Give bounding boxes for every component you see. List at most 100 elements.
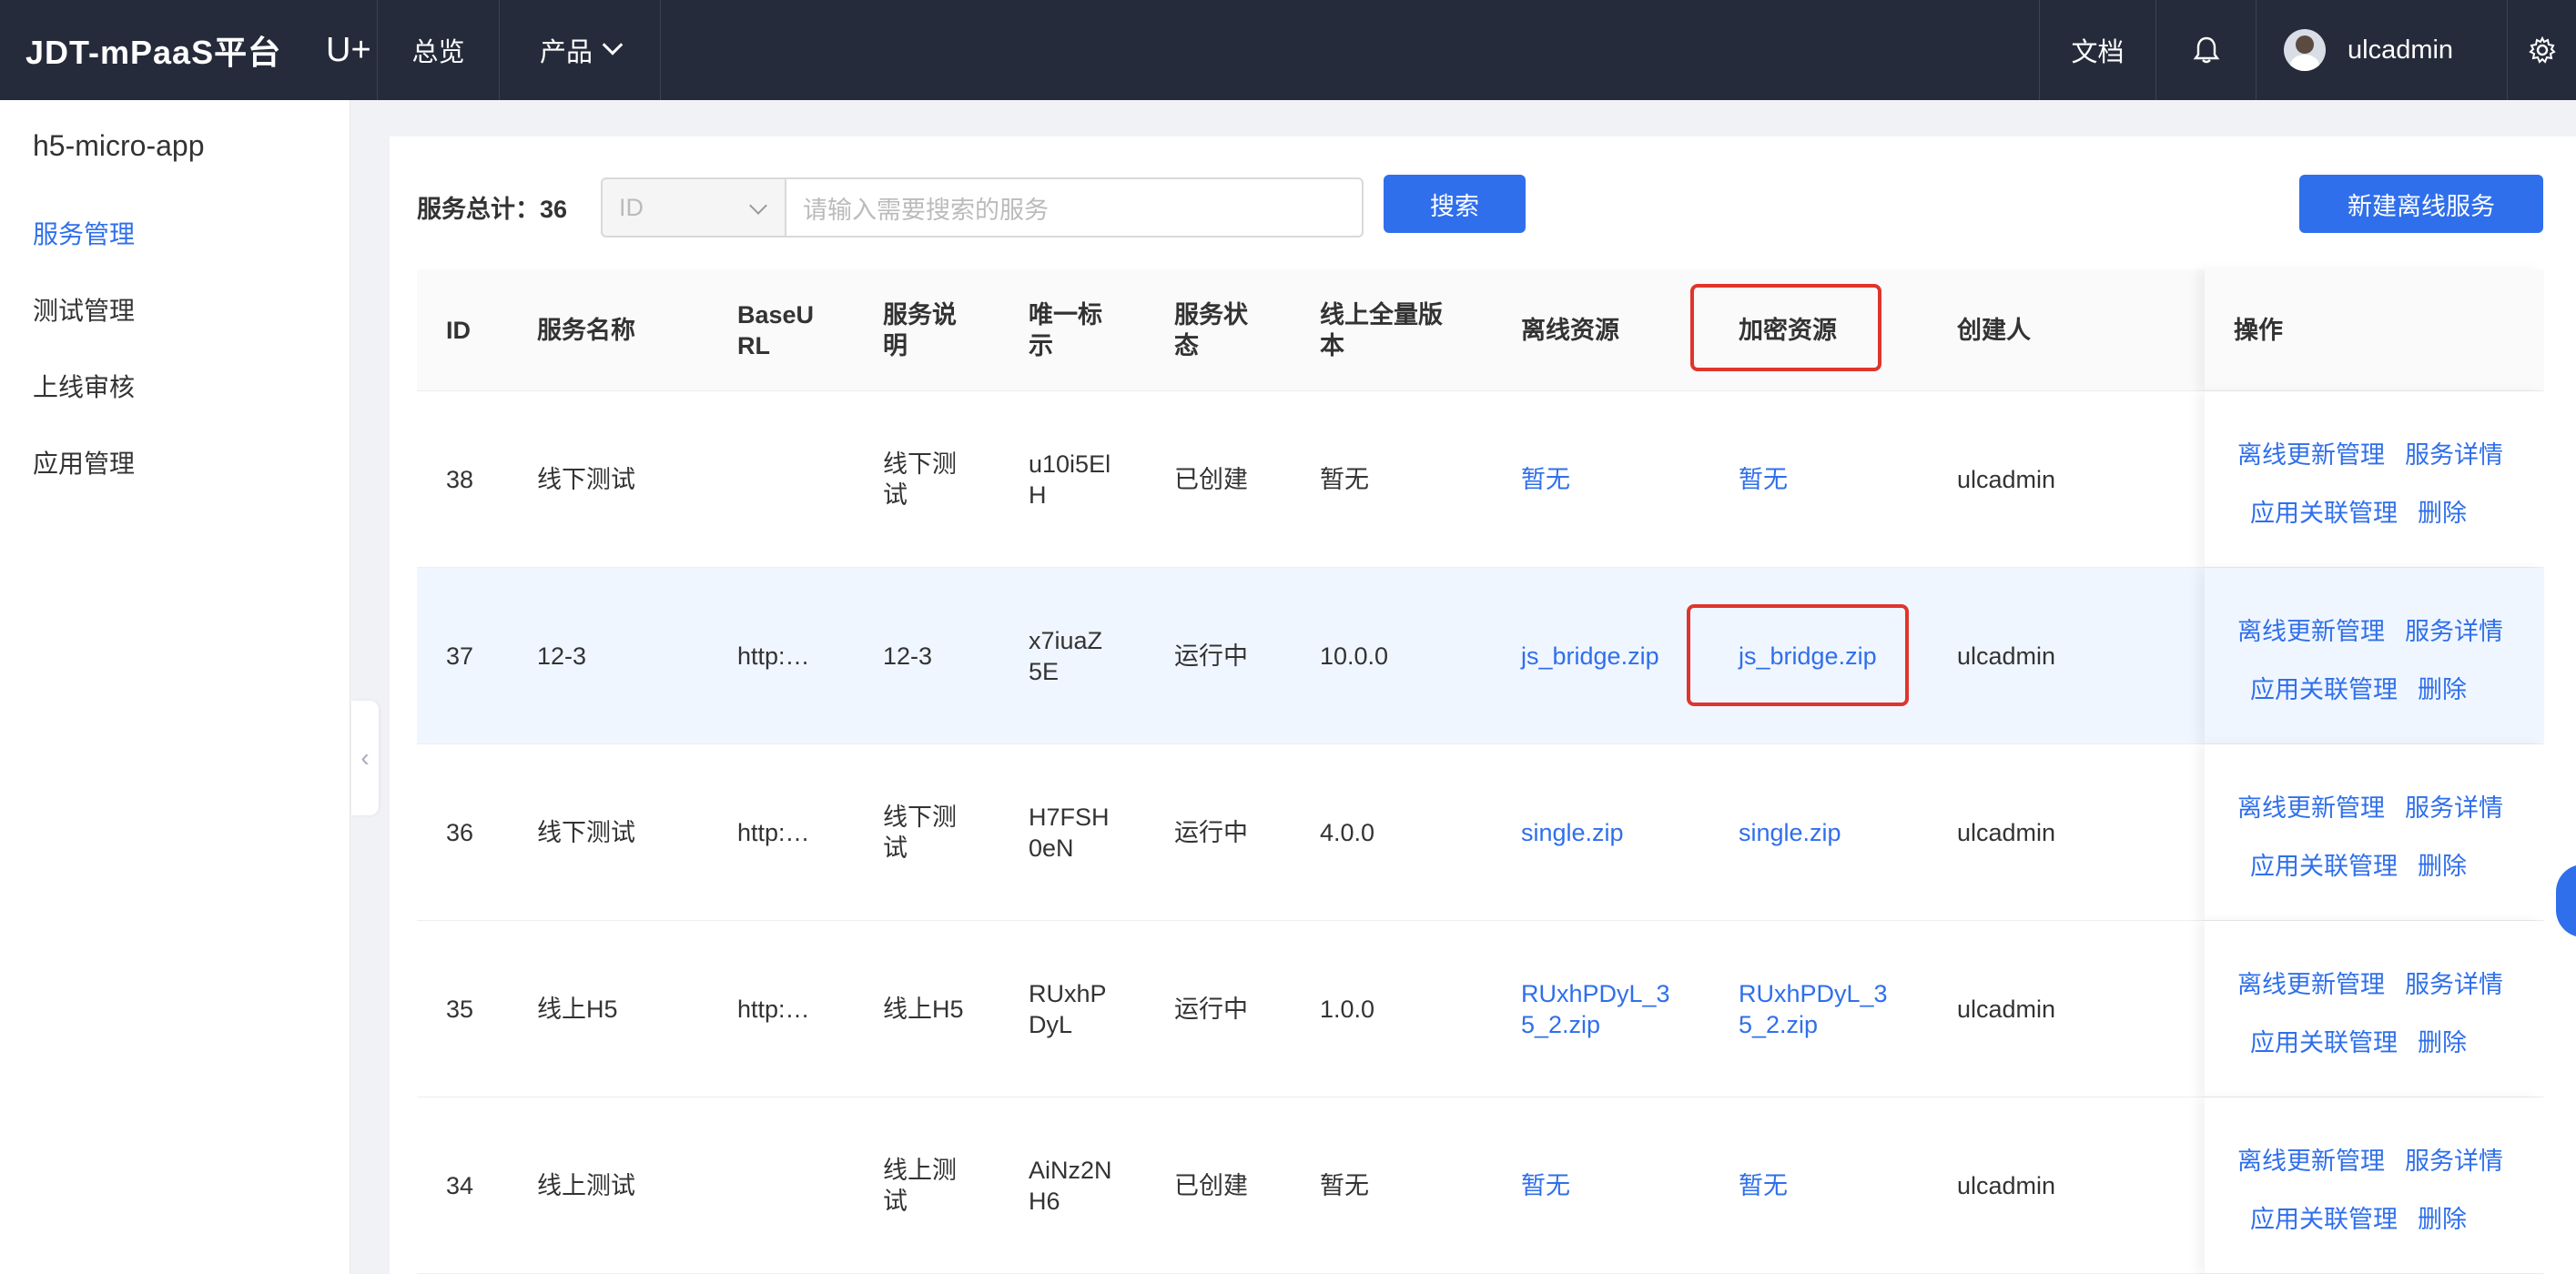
top-navbar: JDT-mPaaS平台 U+ 总览 产品 文档 ulcadmin	[0, 0, 2576, 100]
user-avatar	[2284, 29, 2326, 71]
collapse-left-icon: ‹	[360, 743, 370, 772]
cell-uid: x7iuaZ 5E	[1029, 627, 1103, 685]
cell-offline-resource[interactable]: 暂无	[1521, 391, 1570, 568]
cell-status: 已创建	[1174, 466, 1248, 493]
cell-name: 线上H5	[537, 996, 618, 1023]
search-field-select[interactable]: ID	[601, 177, 785, 238]
cell-encrypted-resource[interactable]: 暂无	[1739, 391, 1788, 568]
top-right-tools: 文档 ulcadmin	[2039, 0, 2576, 100]
notification-button[interactable]	[2155, 0, 2256, 100]
cell-offline-resource[interactable]: 暂无	[1521, 1097, 1570, 1274]
cell-version: 暂无	[1320, 1172, 1369, 1199]
search-field-select-value: ID	[619, 193, 644, 221]
cell-uid: RUxhP DyL	[1029, 980, 1107, 1038]
cell-offline-resource[interactable]: RUxhPDyL_3 5_2.zip	[1521, 921, 1694, 1097]
cell-uid: AiNz2N H6	[1029, 1157, 1112, 1215]
brand-u-plus: U+	[326, 30, 371, 69]
offline-update-link[interactable]: 离线更新管理	[2237, 1148, 2385, 1175]
service-total: 服务总计：36	[417, 189, 567, 225]
cell-creator: ulcadmin	[1957, 996, 2056, 1023]
header-id: ID	[446, 317, 471, 344]
cell-encrypted-resource[interactable]: single.zip	[1739, 744, 1841, 921]
nav-product-menu[interactable]: 产品	[499, 0, 661, 100]
cell-creator: ulcadmin	[1957, 642, 2056, 670]
header-name: 服务名称	[537, 317, 635, 344]
cell-name: 线下测试	[537, 819, 635, 846]
search-button[interactable]: 搜索	[1384, 175, 1526, 233]
table-row: 37 12-3 http:… 12-3 x7iuaZ 5E 运行中 10.0.0…	[417, 568, 2544, 744]
cell-version: 1.0.0	[1320, 996, 1375, 1023]
cell-baseurl: http:…	[737, 642, 810, 670]
cell-status: 运行中	[1174, 642, 1248, 670]
sidebar-item-release-review[interactable]: 上线审核	[33, 368, 135, 404]
row-actions: 离线更新管理 服务详情 应用关联管理 删除	[2205, 391, 2544, 567]
delete-link[interactable]: 删除	[2418, 500, 2467, 527]
user-menu[interactable]: ulcadmin	[2256, 0, 2507, 100]
app-link-management-link[interactable]: 应用关联管理	[2250, 500, 2398, 527]
cell-version: 4.0.0	[1320, 819, 1375, 846]
delete-link[interactable]: 删除	[2418, 676, 2467, 703]
table-row: 36 线下测试 http:… 线下测 试 H7FSH 0eN 运行中 4.0.0…	[417, 744, 2544, 921]
cell-desc: 12-3	[883, 642, 933, 670]
header-baseurl: BaseU RL	[737, 301, 815, 359]
row-actions: 离线更新管理 服务详情 应用关联管理 删除	[2205, 744, 2544, 920]
new-offline-service-button[interactable]: 新建离线服务	[2299, 175, 2543, 233]
bell-icon	[2193, 36, 2219, 64]
header-creator: 创建人	[1957, 317, 2031, 344]
brand-logo[interactable]: JDT-mPaaS平台	[0, 26, 319, 74]
cell-desc: 线下测 试	[883, 804, 957, 862]
delete-link[interactable]: 删除	[2418, 1029, 2467, 1057]
service-detail-link[interactable]: 服务详情	[2405, 618, 2503, 645]
cell-id: 36	[446, 819, 474, 846]
cell-status: 运行中	[1174, 996, 1248, 1023]
offline-update-link[interactable]: 离线更新管理	[2237, 618, 2385, 645]
header-desc: 服务说 明	[883, 301, 957, 359]
cell-baseurl: http:…	[737, 996, 810, 1023]
offline-update-link[interactable]: 离线更新管理	[2237, 794, 2385, 822]
service-detail-link[interactable]: 服务详情	[2405, 971, 2503, 998]
cell-id: 38	[446, 466, 474, 493]
app-name: h5-micro-app	[33, 129, 205, 162]
cell-version: 暂无	[1320, 466, 1369, 493]
offline-update-link[interactable]: 离线更新管理	[2237, 441, 2385, 469]
settings-button[interactable]	[2507, 0, 2576, 100]
app-link-management-link[interactable]: 应用关联管理	[2250, 853, 2398, 880]
service-detail-link[interactable]: 服务详情	[2405, 794, 2503, 822]
sidebar-item-service-management[interactable]: 服务管理	[33, 215, 135, 251]
app-link-management-link[interactable]: 应用关联管理	[2250, 676, 2398, 703]
cell-id: 37	[446, 642, 474, 670]
app-link-management-link[interactable]: 应用关联管理	[2250, 1206, 2398, 1233]
header-status: 服务状 态	[1174, 301, 1248, 359]
search-input[interactable]: 请输入需要搜索的服务	[785, 177, 1364, 238]
service-detail-link[interactable]: 服务详情	[2405, 441, 2503, 469]
username-label: ulcadmin	[2348, 35, 2454, 65]
service-detail-link[interactable]: 服务详情	[2405, 1148, 2503, 1175]
header-ops: 操作	[2234, 317, 2283, 344]
offline-update-link[interactable]: 离线更新管理	[2237, 971, 2385, 998]
chevron-down-icon	[749, 197, 767, 215]
cell-encrypted-resource[interactable]: 暂无	[1739, 1097, 1788, 1274]
sidebar: h5-micro-app 服务管理 测试管理 上线审核 应用管理	[0, 100, 350, 1274]
table-header: ID 服务名称 BaseU RL 服务说 明 唯一标 示 服务状 态 线上全量版…	[417, 269, 2544, 391]
header-uid: 唯一标 示	[1029, 301, 1102, 359]
main-content-card: 服务总计：36 ID 请输入需要搜索的服务 搜索 新建离线服务 ID 服务名称 …	[390, 136, 2576, 1274]
cell-offline-resource[interactable]: single.zip	[1521, 744, 1624, 921]
sidebar-collapse-button[interactable]: ‹	[351, 701, 379, 815]
cell-id: 34	[446, 1172, 474, 1199]
sidebar-item-app-management[interactable]: 应用管理	[33, 444, 135, 480]
delete-link[interactable]: 删除	[2418, 853, 2467, 880]
cell-uid: u10i5El H	[1029, 450, 1111, 509]
cell-encrypted-resource[interactable]: RUxhPDyL_3 5_2.zip	[1739, 921, 1912, 1097]
header-offline-resource: 离线资源	[1521, 317, 1619, 344]
nav-overview[interactable]: 总览	[377, 0, 499, 100]
sidebar-item-test-management[interactable]: 测试管理	[33, 291, 135, 328]
app-link-management-link[interactable]: 应用关联管理	[2250, 1029, 2398, 1057]
delete-link[interactable]: 删除	[2418, 1206, 2467, 1233]
cell-creator: ulcadmin	[1957, 1172, 2056, 1199]
cell-baseurl: http:…	[737, 819, 810, 846]
cell-status: 运行中	[1174, 819, 1248, 846]
cell-creator: ulcadmin	[1957, 466, 2056, 493]
cell-desc: 线上测 试	[883, 1157, 957, 1215]
cell-offline-resource[interactable]: js_bridge.zip	[1521, 568, 1659, 744]
docs-link[interactable]: 文档	[2039, 0, 2155, 100]
